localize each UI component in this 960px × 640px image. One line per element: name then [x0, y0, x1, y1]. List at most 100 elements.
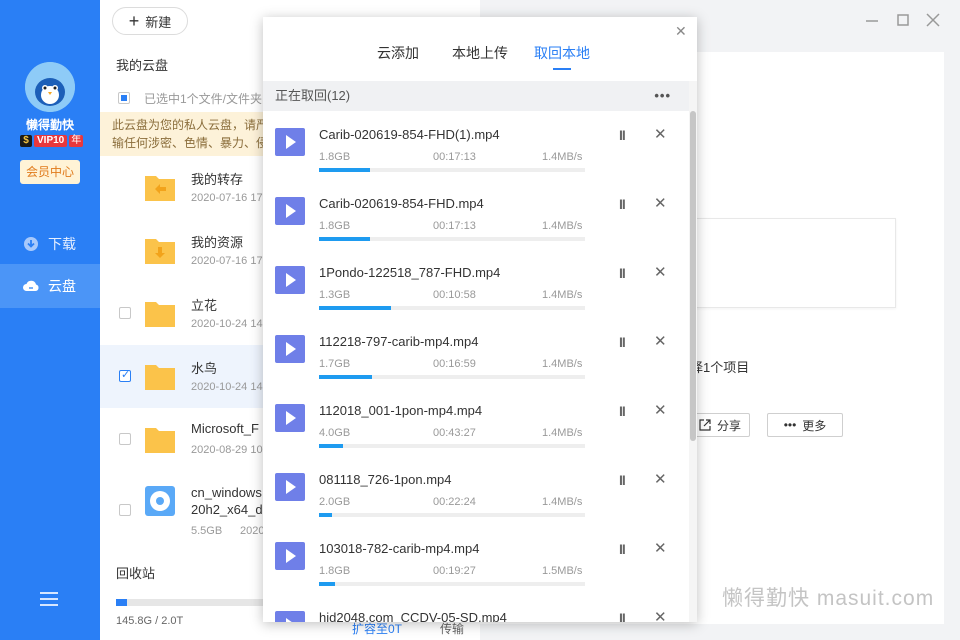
member-center-button[interactable]: 会员中心 — [20, 160, 80, 184]
video-play-icon — [275, 197, 305, 225]
download-item[interactable]: Carib-020619-854-FHD(1).mp4 1.8GB 00:17:13… — [263, 111, 689, 180]
download-item[interactable]: 112218-797-carib-mp4.mp4 1.7GB 00:16:59 1.4… — [263, 318, 689, 387]
download-size: 1.8GB — [319, 220, 351, 232]
cancel-icon[interactable]: ✕ — [654, 539, 667, 557]
download-size: 4.0GB — [319, 427, 351, 439]
avatar[interactable] — [25, 62, 75, 112]
folder-download-icon — [145, 239, 175, 264]
folder-icon — [145, 428, 175, 453]
new-button[interactable]: + 新建 — [112, 7, 188, 35]
retrieving-header: 正在取回(12) ••• — [263, 81, 689, 111]
share-icon — [699, 419, 711, 431]
file-name: 我的转存 — [191, 172, 244, 187]
cancel-icon[interactable]: ✕ — [654, 263, 667, 281]
download-size: 1.8GB — [319, 565, 351, 577]
menu-icon[interactable] — [40, 592, 58, 606]
selection-status: 已选中1个文件/文件夹 — [144, 91, 263, 106]
scrollbar[interactable] — [689, 81, 697, 622]
minimize-icon[interactable] — [864, 12, 880, 28]
close-window-icon[interactable] — [925, 12, 941, 28]
cancel-icon[interactable]: ✕ — [654, 470, 667, 488]
download-item[interactable]: 1Pondo-122518_787-FHD.mp4 1.3GB 00:10:58 1.… — [263, 249, 689, 318]
transfer-tab[interactable]: 传输 — [440, 620, 464, 637]
cancel-icon[interactable]: ✕ — [654, 608, 667, 622]
vip-s-badge: $ — [20, 135, 32, 147]
download-progress-bar — [319, 582, 585, 586]
upgrade-link[interactable]: 扩容至0T — [352, 620, 402, 637]
cancel-icon[interactable]: ✕ — [654, 332, 667, 350]
selection-summary: 择1个项目 — [690, 360, 750, 375]
file-name: Microsoft_F — [191, 421, 259, 436]
file-date: 2020-10-24 14 — [191, 318, 263, 330]
pause-icon[interactable]: II — [619, 403, 626, 419]
download-time-remaining: 00:17:13 — [433, 151, 476, 163]
storage-fill — [116, 599, 128, 606]
download-file-name: hjd2048.com_CCDV-05-SD.mp4 — [319, 610, 507, 622]
pause-icon[interactable]: II — [619, 265, 626, 281]
share-button[interactable]: 分享 — [690, 413, 750, 437]
nav-item-download[interactable]: 下载 — [0, 222, 100, 266]
download-file-name: 1Pondo-122518_787-FHD.mp4 — [319, 265, 501, 280]
maximize-icon[interactable] — [895, 12, 911, 28]
nav-label-download: 下载 — [48, 236, 76, 252]
folder-transfer-icon — [145, 176, 175, 201]
download-time-remaining: 00:16:59 — [433, 358, 476, 370]
download-item[interactable]: hjd2048.com_CCDV-05-SD.mp4 II ✕ — [263, 594, 689, 622]
tab-retrieve-local[interactable]: 取回本地 — [534, 43, 590, 63]
scrollbar-thumb[interactable] — [690, 111, 696, 441]
cancel-icon[interactable]: ✕ — [654, 401, 667, 419]
download-progress-fill — [319, 513, 333, 517]
pause-icon[interactable]: II — [619, 196, 626, 212]
download-speed: 1.4MB/s — [542, 358, 583, 370]
download-item[interactable]: 112018_001-1pon-mp4.mp4 4.0GB 00:43:27 1.4M… — [263, 387, 689, 456]
download-time-remaining: 00:10:58 — [433, 289, 476, 301]
file-checkbox[interactable] — [119, 433, 131, 445]
download-time-remaining: 00:22:24 — [433, 496, 476, 508]
download-file-name: 112018_001-1pon-mp4.mp4 — [319, 403, 483, 418]
download-progress-bar — [319, 168, 585, 172]
download-file-name: Carib-020619-854-FHD(1).mp4 — [319, 127, 500, 142]
cloud-icon — [23, 280, 39, 291]
tab-cloud-add[interactable]: 云添加 — [377, 43, 419, 63]
download-progress-fill — [319, 168, 370, 172]
download-size: 2.0GB — [319, 496, 351, 508]
sidebar: 懒得勤快 $ VIP10 年 会员中心 下载 云盘 — [0, 0, 100, 640]
file-name: 水鸟 — [191, 361, 218, 376]
download-progress-fill — [319, 444, 343, 448]
pause-icon[interactable]: II — [619, 541, 626, 557]
close-popup-icon[interactable]: ✕ — [675, 24, 687, 38]
cancel-icon[interactable]: ✕ — [654, 194, 667, 212]
cancel-icon[interactable]: ✕ — [654, 125, 667, 143]
retrieving-count: 正在取回(12) — [275, 88, 351, 103]
pause-icon[interactable]: II — [619, 610, 626, 622]
video-play-icon — [275, 128, 305, 156]
select-all-checkbox[interactable] — [118, 92, 130, 104]
file-name: 立花 — [191, 298, 218, 313]
plus-icon: + — [128, 11, 140, 31]
more-options-icon[interactable]: ••• — [654, 81, 671, 111]
download-size: 1.3GB — [319, 289, 351, 301]
download-item[interactable]: Carib-020619-854-FHD.mp4 1.8GB 00:17:13 1.4… — [263, 180, 689, 249]
download-progress-fill — [319, 237, 370, 241]
recycle-bin[interactable]: 回收站 — [116, 563, 155, 582]
file-name: cn_windows — [191, 485, 262, 500]
pause-icon[interactable]: II — [619, 334, 626, 350]
download-item[interactable]: 081118_726-1pon.mp4 2.0GB 00:22:24 1.4MB/s I… — [263, 456, 689, 525]
download-speed: 1.4MB/s — [542, 220, 583, 232]
file-checkbox[interactable] — [119, 504, 131, 516]
download-file-name: Carib-020619-854-FHD.mp4 — [319, 196, 484, 211]
pause-icon[interactable]: II — [619, 472, 626, 488]
tab-local-upload[interactable]: 本地上传 — [452, 43, 508, 63]
more-button[interactable]: ••• 更多 — [767, 413, 843, 437]
video-play-icon — [275, 266, 305, 294]
download-progress-bar — [319, 444, 585, 448]
download-item[interactable]: 103018-782-carib-mp4.mp4 1.8GB 00:19:27 1.5… — [263, 525, 689, 594]
pause-icon[interactable]: II — [619, 127, 626, 143]
download-progress-bar — [319, 375, 585, 379]
my-cloud-title: 我的云盘 — [116, 58, 169, 73]
file-checkbox[interactable] — [119, 307, 131, 319]
nav-item-cloud[interactable]: 云盘 — [0, 264, 100, 308]
download-speed: 1.4MB/s — [542, 151, 583, 163]
file-checkbox[interactable] — [119, 368, 131, 382]
nav-label-cloud: 云盘 — [48, 278, 76, 294]
